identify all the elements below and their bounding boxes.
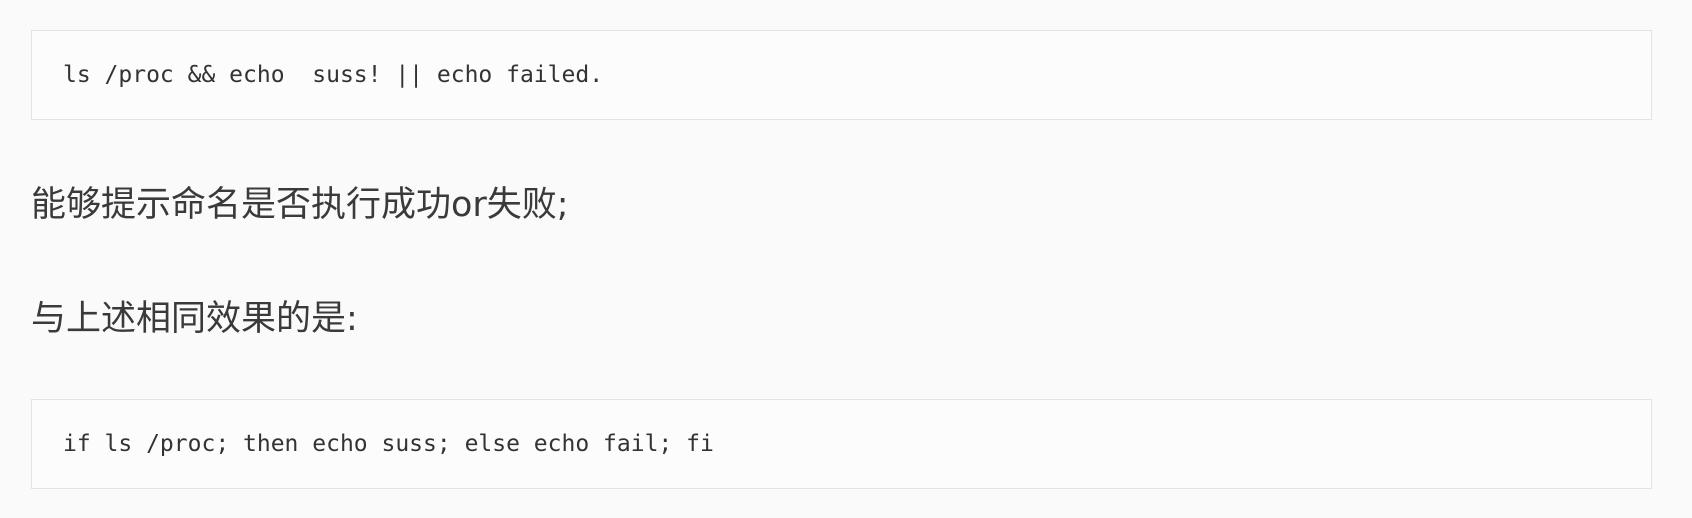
paragraph-1: 能够提示命名是否执行成功or失败; bbox=[31, 185, 569, 225]
code-block-2: if ls /proc; then echo suss; else echo f… bbox=[31, 399, 1652, 489]
code-block-1: ls /proc && echo suss! || echo failed. bbox=[31, 30, 1652, 120]
paragraph-2: 与上述相同效果的是: bbox=[31, 299, 358, 339]
code-line: ls /proc && echo suss! || echo failed. bbox=[63, 62, 604, 88]
code-line: if ls /proc; then echo suss; else echo f… bbox=[63, 431, 714, 457]
